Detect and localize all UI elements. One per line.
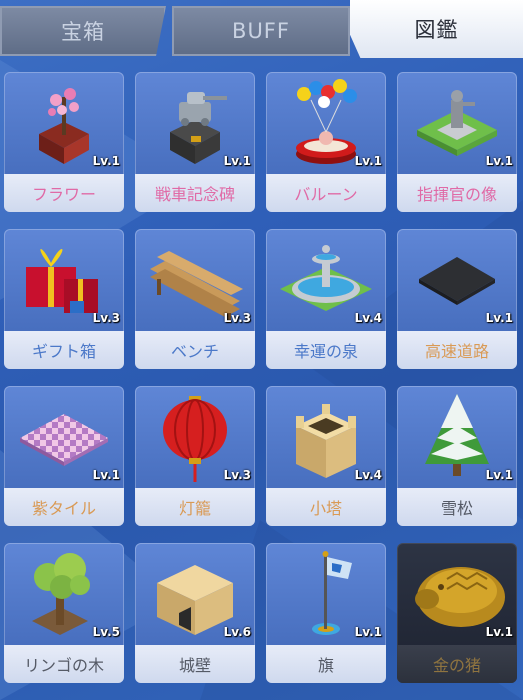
item-card-highway[interactable]: Lv.1 高速道路 [397, 229, 517, 369]
item-level: Lv.5 [92, 625, 120, 639]
item-name: 金の猪 [397, 645, 517, 683]
item-level: Lv.1 [354, 625, 382, 639]
item-name: 雪松 [397, 488, 517, 526]
item-level: Lv.3 [223, 468, 251, 482]
item-level: Lv.3 [223, 311, 251, 325]
item-name: 小塔 [266, 488, 386, 526]
item-card-purple-tile[interactable]: Lv.1 紫タイル [4, 386, 124, 526]
item-name: 灯籠 [135, 488, 255, 526]
item-name: ベンチ [135, 331, 255, 369]
item-name: 戦車記念碑 [135, 174, 255, 212]
item-level: Lv.1 [92, 468, 120, 482]
item-level: Lv.4 [354, 311, 382, 325]
item-level: Lv.1 [92, 154, 120, 168]
tab-treasure-box[interactable]: 宝箱 [0, 6, 166, 56]
item-level: Lv.1 [223, 154, 251, 168]
item-card-small-tower[interactable]: Lv.4 小塔 [266, 386, 386, 526]
item-level: Lv.1 [354, 154, 382, 168]
item-name: リンゴの木 [4, 645, 124, 683]
item-name: 旗 [266, 645, 386, 683]
item-name: ギフト箱 [4, 331, 124, 369]
tab-buff[interactable]: BUFF [172, 6, 350, 56]
item-level: Lv.1 [485, 468, 513, 482]
item-name: 紫タイル [4, 488, 124, 526]
item-level: Lv.3 [92, 311, 120, 325]
item-card-tank-monument[interactable]: Lv.1 戦車記念碑 [135, 72, 255, 212]
item-card-commander-statue[interactable]: Lv.1 指揮官の像 [397, 72, 517, 212]
item-name: 幸運の泉 [266, 331, 386, 369]
item-level: Lv.1 [485, 154, 513, 168]
item-level: Lv.4 [354, 468, 382, 482]
item-card-castle-wall[interactable]: Lv.6 城壁 [135, 543, 255, 683]
item-card-lantern[interactable]: Lv.3 灯籠 [135, 386, 255, 526]
item-name: 高速道路 [397, 331, 517, 369]
item-card-flag[interactable]: Lv.1 旗 [266, 543, 386, 683]
item-card-bench[interactable]: Lv.3 ベンチ [135, 229, 255, 369]
item-card-flower[interactable]: Lv.1 フラワー [4, 72, 124, 212]
item-level: Lv.6 [223, 625, 251, 639]
item-name: フラワー [4, 174, 124, 212]
item-card-apple-tree[interactable]: Lv.5 リンゴの木 [4, 543, 124, 683]
item-name: 城壁 [135, 645, 255, 683]
tab-encyclopedia[interactable]: 図鑑 [350, 0, 523, 58]
tab-bar: 宝箱 BUFF 図鑑 [0, 0, 523, 60]
collection-grid: Lv.1 フラワー Lv.1 戦車記念碑 Lv.1 バルーン Lv.1 指揮官の… [0, 60, 523, 700]
item-card-gift-box[interactable]: Lv.3 ギフト箱 [4, 229, 124, 369]
item-name: 指揮官の像 [397, 174, 517, 212]
item-card-fountain[interactable]: Lv.4 幸運の泉 [266, 229, 386, 369]
item-name: バルーン [266, 174, 386, 212]
item-card-snow-pine[interactable]: Lv.1 雪松 [397, 386, 517, 526]
item-level: Lv.1 [485, 311, 513, 325]
item-level: Lv.1 [485, 625, 513, 639]
item-card-balloon[interactable]: Lv.1 バルーン [266, 72, 386, 212]
item-card-golden-boar[interactable]: Lv.1 金の猪 [397, 543, 517, 683]
